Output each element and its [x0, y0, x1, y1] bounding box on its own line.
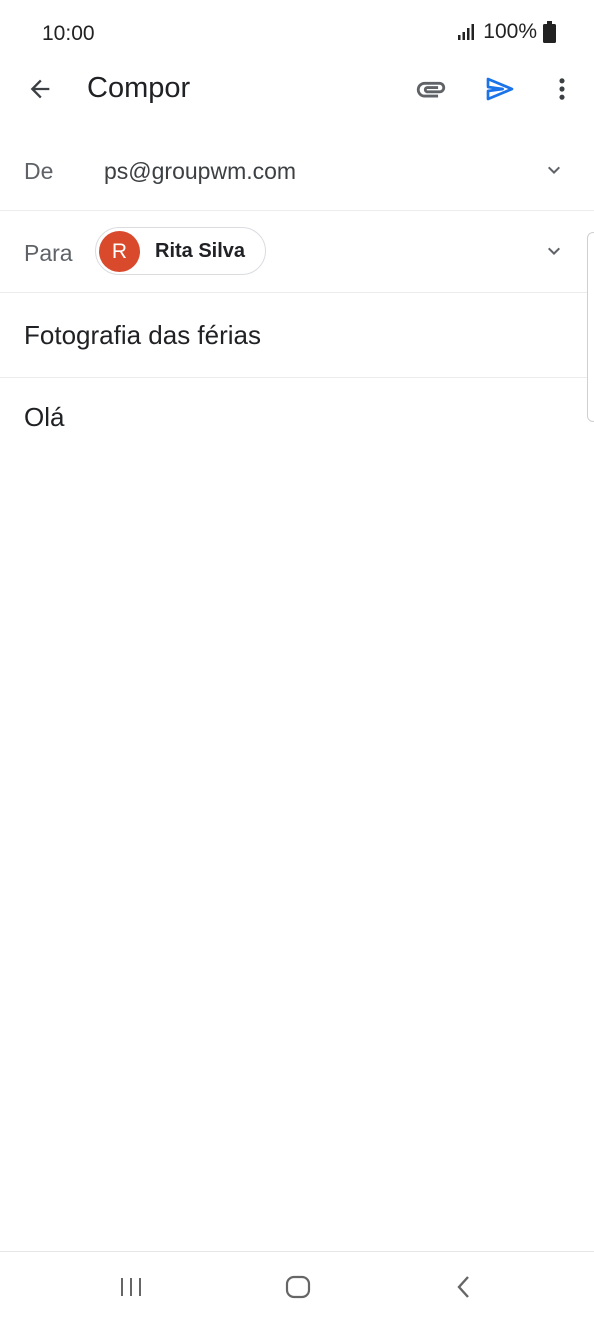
from-row[interactable]: De ps@groupwm.com	[0, 128, 594, 211]
chevron-down-icon[interactable]	[542, 158, 566, 182]
status-bar: 10:00 100%	[0, 0, 594, 68]
more-options-button[interactable]	[538, 65, 586, 113]
back-button[interactable]	[16, 65, 64, 113]
page-title: Compor	[87, 72, 191, 104]
battery-percent: 100%	[483, 20, 537, 43]
chevron-down-icon[interactable]	[542, 239, 566, 263]
home-icon[interactable]	[284, 1273, 312, 1301]
status-indicators: 100%	[457, 20, 556, 44]
more-vert-icon	[559, 78, 565, 100]
battery-icon	[543, 21, 556, 43]
subject-field[interactable]: Fotografia das férias	[24, 320, 261, 351]
send-icon	[486, 77, 514, 101]
scroll-indicator[interactable]	[587, 232, 594, 422]
avatar: R	[99, 231, 140, 272]
recipient-chip[interactable]: R Rita Silva	[95, 227, 266, 275]
to-label: Para	[24, 240, 73, 266]
paperclip-icon	[416, 81, 446, 98]
from-label: De	[24, 158, 54, 184]
send-button[interactable]	[476, 65, 524, 113]
attach-button[interactable]	[407, 65, 455, 113]
body-field[interactable]: Olá	[24, 402, 64, 433]
arrow-back-icon	[30, 79, 50, 99]
recipient-name: Rita Silva	[155, 240, 246, 262]
recents-icon[interactable]	[118, 1274, 144, 1300]
to-row[interactable]: Para	[0, 211, 594, 293]
from-account[interactable]: ps@groupwm.com	[104, 158, 296, 185]
status-time: 10:00	[42, 22, 95, 45]
navigation-bar	[0, 1251, 594, 1321]
nav-back-icon[interactable]	[451, 1273, 477, 1301]
signal-icon	[458, 24, 475, 40]
